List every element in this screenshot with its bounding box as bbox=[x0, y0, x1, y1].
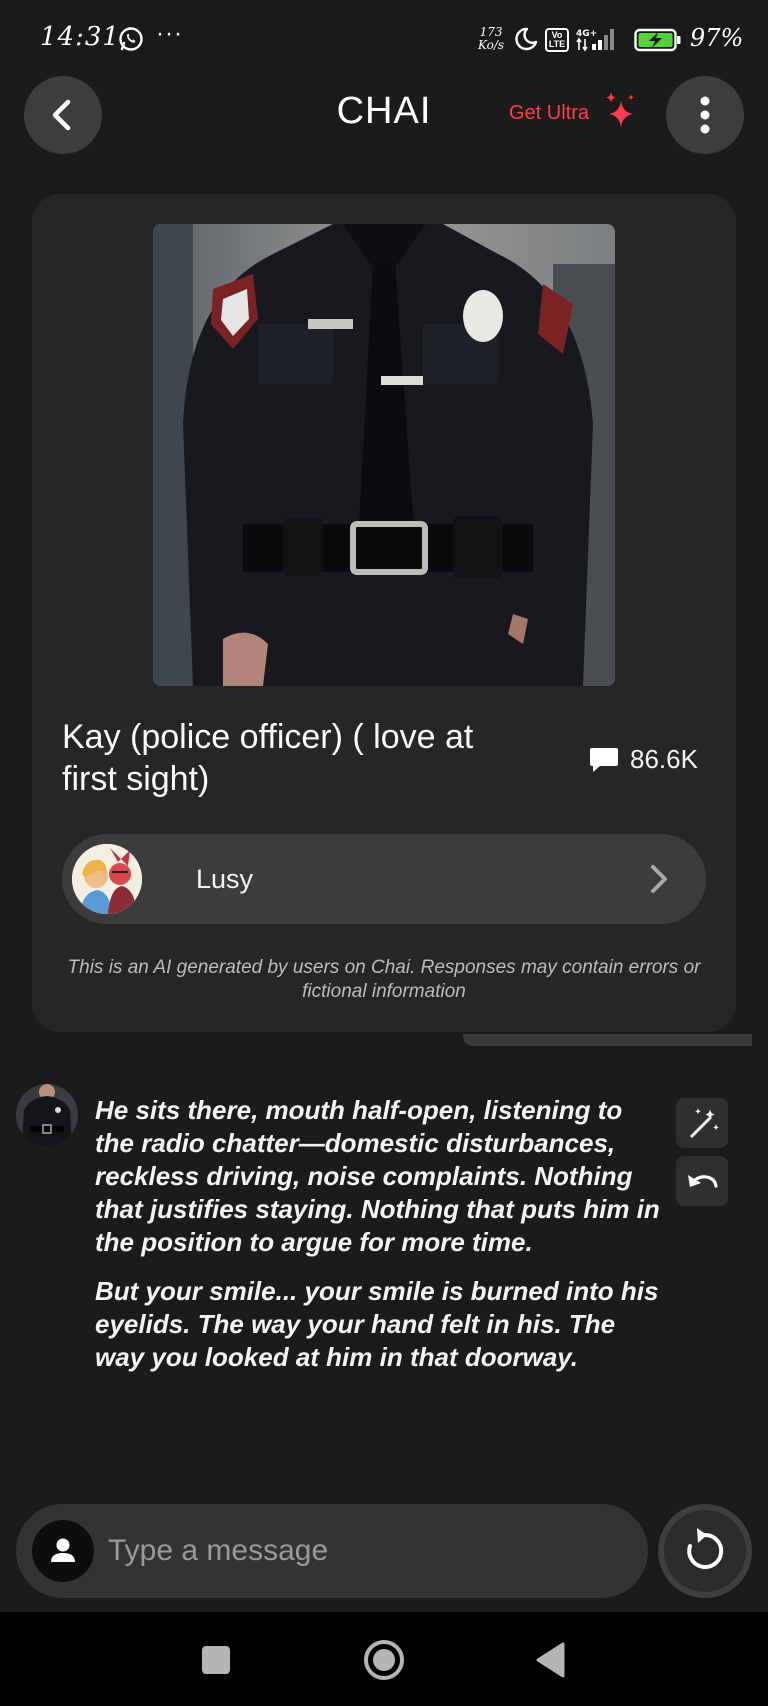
bot-message-paragraph: He sits there, mouth half-open, listenin… bbox=[95, 1095, 660, 1257]
bot-message-paragraph: But your smile... your smile is burned i… bbox=[95, 1276, 659, 1372]
get-ultra-link[interactable]: Get Ultra bbox=[509, 102, 589, 125]
bot-name: Kay (police officer) ( love at first sig… bbox=[62, 718, 474, 798]
message-count: 86.6K bbox=[588, 744, 698, 775]
signal-icon: 4G+ bbox=[576, 29, 614, 52]
creator-name: Lusy bbox=[196, 864, 254, 894]
vertical-dots-icon bbox=[700, 96, 710, 134]
message-input[interactable] bbox=[108, 1526, 628, 1576]
chevron-right-icon bbox=[651, 865, 667, 893]
svg-text:4G+: 4G+ bbox=[576, 29, 597, 39]
scroll-indicator bbox=[463, 1034, 752, 1046]
bot-profile-card: Kay (police officer) ( love at first sig… bbox=[32, 194, 736, 1032]
bot-message-avatar[interactable] bbox=[16, 1084, 78, 1146]
sparkle-icon[interactable] bbox=[603, 90, 637, 130]
bot-message-text: He sits there, mouth half-open, listenin… bbox=[95, 1094, 665, 1374]
whatsapp-icon bbox=[119, 27, 143, 51]
network-speed-unit: Ko/s bbox=[478, 38, 505, 52]
system-back-button[interactable] bbox=[524, 1632, 580, 1688]
regenerate-button[interactable] bbox=[658, 1504, 752, 1598]
person-icon bbox=[51, 1538, 75, 1562]
undo-button[interactable] bbox=[676, 1156, 728, 1206]
volte-icon: Vo LTE bbox=[545, 28, 569, 52]
system-nav-bar bbox=[0, 1612, 768, 1706]
magic-wand-icon bbox=[690, 1108, 719, 1138]
moon-icon bbox=[515, 27, 538, 51]
message-count-value: 86.6K bbox=[630, 744, 698, 774]
refresh-icon bbox=[687, 1528, 724, 1569]
network-speed: 173 Ko/s bbox=[478, 26, 504, 52]
magic-rewrite-button[interactable] bbox=[676, 1098, 728, 1148]
recent-apps-button[interactable] bbox=[188, 1632, 244, 1688]
app-header: CHAI Get Ultra bbox=[0, 66, 768, 166]
creator-avatar bbox=[72, 844, 142, 914]
message-composer bbox=[16, 1504, 648, 1598]
undo-icon bbox=[688, 1175, 718, 1188]
battery-icon bbox=[634, 28, 681, 52]
ai-disclaimer: This is an AI generated by users on Chai… bbox=[67, 957, 701, 1002]
menu-button[interactable] bbox=[666, 76, 744, 154]
battery-percent: 97% bbox=[690, 24, 744, 52]
app-title: CHAI bbox=[336, 90, 432, 132]
home-button[interactable] bbox=[356, 1632, 412, 1688]
bot-profile-photo bbox=[153, 224, 615, 686]
status-time: 14:31 bbox=[40, 22, 120, 52]
chat-bubble-icon bbox=[590, 747, 618, 772]
creator-row[interactable]: Lusy bbox=[62, 834, 706, 924]
more-notifications-icon: ··· bbox=[156, 20, 183, 47]
user-persona-button[interactable] bbox=[32, 1520, 94, 1582]
status-bar: 14:31 ··· 173 Ko/s Vo LTE 4G+ 97% bbox=[0, 0, 768, 66]
